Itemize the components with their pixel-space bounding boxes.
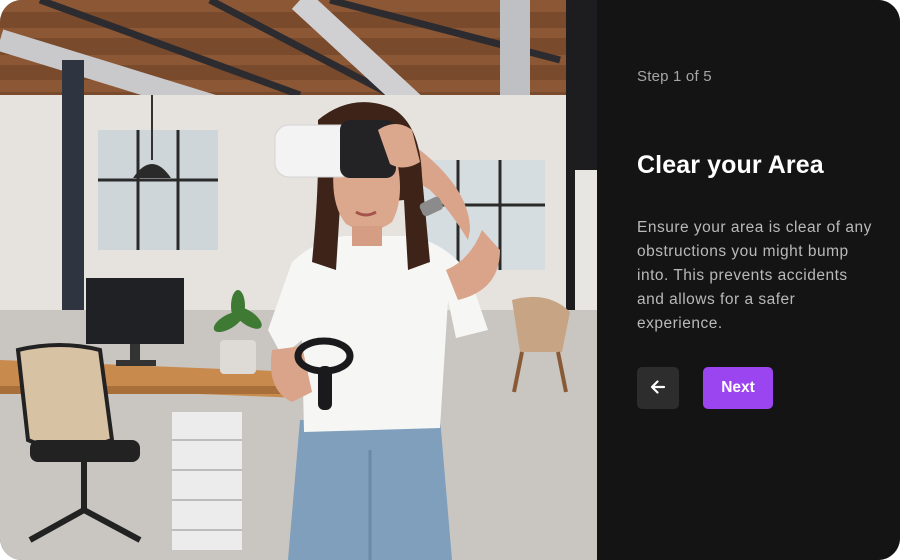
next-button[interactable]: Next xyxy=(703,367,773,409)
office-vr-photo xyxy=(0,0,597,560)
step-title: Clear your Area xyxy=(637,151,824,179)
step-description: Ensure your area is clear of any obstruc… xyxy=(637,219,872,332)
onboarding-card: Step 1 of 5 Clear your Area Ensure your … xyxy=(0,0,900,560)
back-button[interactable] xyxy=(637,367,679,409)
step-indicator: Step 1 of 5 xyxy=(637,68,712,85)
office-vr-illustration xyxy=(0,0,597,560)
arrow-left-icon xyxy=(649,378,667,399)
onboarding-panel: Step 1 of 5 Clear your Area Ensure your … xyxy=(597,0,900,560)
